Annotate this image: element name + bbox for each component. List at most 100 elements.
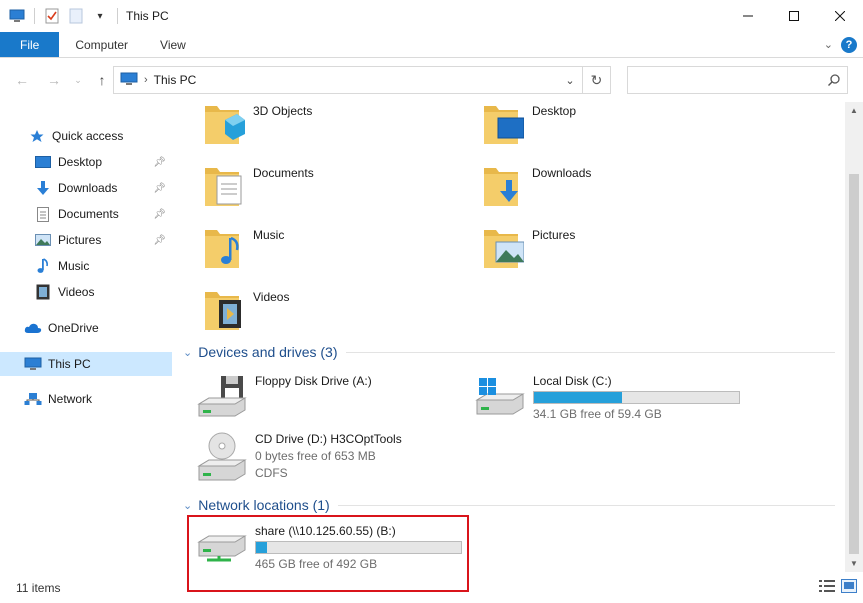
drive-info: Floppy Disk Drive (A:) bbox=[255, 374, 372, 420]
ribbon-tabs: File Computer View ⌄ ? bbox=[0, 32, 863, 58]
sidebar-item-label: Downloads bbox=[58, 181, 118, 195]
item-count: 11 items bbox=[16, 580, 61, 595]
drive-cd-d[interactable]: CD Drive (D:) H3COptTools 0 bytes free o… bbox=[197, 432, 402, 482]
scroll-up-arrow[interactable]: ▲ bbox=[845, 102, 863, 119]
minimize-button[interactable] bbox=[725, 0, 771, 32]
properties-icon[interactable] bbox=[43, 7, 61, 25]
pin-icon[interactable]: 📌︎ bbox=[153, 209, 166, 220]
folder-desktop[interactable]: Desktop bbox=[484, 102, 576, 146]
customize-toolbar-icon[interactable]: ▾ bbox=[91, 7, 109, 25]
search-box[interactable] bbox=[627, 66, 848, 94]
navigation-pane: Quick access Desktop 📌︎ Downloads 📌︎ Doc… bbox=[0, 102, 172, 572]
maximize-button[interactable] bbox=[771, 0, 817, 32]
folder-3d-objects[interactable]: 3D Objects bbox=[205, 102, 312, 146]
chevron-down-icon[interactable]: ⌄ bbox=[558, 74, 582, 87]
sidebar-item-pictures[interactable]: Pictures 📌︎ bbox=[0, 228, 172, 252]
separator bbox=[117, 8, 118, 24]
tab-view[interactable]: View bbox=[144, 32, 202, 57]
tab-computer[interactable]: Computer bbox=[59, 32, 144, 57]
drive-free-space: 34.1 GB free of 59.4 GB bbox=[533, 407, 662, 421]
drive-name: CD Drive (D:) H3COptTools bbox=[255, 432, 402, 446]
drive-info: Local Disk (C:) 34.1 GB free of 59.4 GB bbox=[533, 374, 740, 421]
folder-desktop-icon bbox=[484, 106, 524, 144]
drive-floppy[interactable]: Floppy Disk Drive (A:) bbox=[197, 374, 372, 420]
folder-music[interactable]: Music bbox=[205, 226, 284, 270]
drive-usage-bar bbox=[533, 391, 740, 404]
recent-locations-button[interactable]: ⌄ bbox=[66, 68, 90, 92]
title-bar: ▾ This PC bbox=[0, 0, 863, 32]
sidebar-item-music[interactable]: Music bbox=[0, 254, 172, 278]
group-header-network[interactable]: ⌄ Network locations (1) bbox=[183, 497, 835, 513]
folder-videos[interactable]: Videos bbox=[205, 288, 289, 332]
folder-label: Desktop bbox=[532, 104, 577, 118]
window-title: This PC bbox=[126, 9, 169, 23]
vertical-scrollbar[interactable]: ▲ ▼ bbox=[845, 102, 863, 572]
star-icon bbox=[28, 127, 46, 145]
computer-icon bbox=[24, 355, 42, 373]
folder-3d-objects-icon bbox=[205, 106, 245, 144]
status-bar: 11 items bbox=[0, 572, 863, 603]
details-view-icon[interactable] bbox=[819, 579, 835, 596]
address-bar[interactable]: › This PC ⌄ bbox=[113, 66, 583, 94]
floppy-drive-icon bbox=[197, 376, 247, 417]
computer-icon[interactable] bbox=[8, 7, 26, 25]
help-icon[interactable]: ? bbox=[841, 36, 857, 53]
sidebar-item-desktop[interactable]: Desktop 📌︎ bbox=[0, 150, 172, 174]
sidebar-item-this-pc[interactable]: This PC bbox=[0, 352, 172, 376]
drive-name: Local Disk (C:) bbox=[533, 374, 612, 388]
scroll-down-arrow[interactable]: ▼ bbox=[845, 555, 863, 572]
back-button[interactable]: ← bbox=[10, 68, 34, 92]
network-icon bbox=[24, 390, 42, 408]
group-title: Devices and drives (3) bbox=[198, 344, 338, 360]
videos-icon bbox=[34, 283, 52, 301]
sidebar-item-label: This PC bbox=[48, 357, 91, 371]
folder-music-icon bbox=[205, 230, 239, 268]
folder-documents-icon bbox=[205, 168, 242, 206]
group-title: Network locations (1) bbox=[198, 497, 330, 513]
folder-label: 3D Objects bbox=[253, 104, 313, 118]
up-button[interactable]: ↑ bbox=[90, 68, 114, 92]
folder-label: Videos bbox=[253, 290, 290, 304]
separator bbox=[34, 8, 35, 24]
window-controls bbox=[725, 0, 863, 32]
chevron-down-icon[interactable]: ⌄ bbox=[183, 499, 192, 512]
pin-icon[interactable]: 📌︎ bbox=[153, 183, 166, 194]
sidebar-item-documents[interactable]: Documents 📌︎ bbox=[0, 202, 172, 226]
chevron-right-icon[interactable]: › bbox=[144, 74, 148, 86]
pin-icon[interactable]: 📌︎ bbox=[153, 235, 166, 246]
divider bbox=[345, 351, 835, 353]
folder-downloads[interactable]: Downloads bbox=[484, 164, 591, 208]
chevron-down-icon[interactable]: ⌄ bbox=[183, 346, 192, 359]
folder-documents[interactable]: Documents bbox=[205, 164, 314, 208]
pin-icon[interactable]: 📌︎ bbox=[153, 157, 166, 168]
refresh-button[interactable]: ↻ bbox=[583, 66, 611, 94]
drive-local-disk-c[interactable]: Local Disk (C:) 34.1 GB free of 59.4 GB bbox=[475, 374, 740, 421]
pictures-icon bbox=[34, 231, 52, 249]
tab-file[interactable]: File bbox=[0, 32, 60, 57]
download-icon bbox=[34, 179, 52, 197]
expand-ribbon-icon[interactable]: ⌄ bbox=[824, 38, 833, 51]
group-header-devices[interactable]: ⌄ Devices and drives (3) bbox=[183, 344, 835, 360]
search-icon[interactable] bbox=[821, 74, 847, 86]
large-icons-view-icon[interactable] bbox=[841, 579, 857, 596]
folder-pictures-icon bbox=[484, 230, 524, 268]
close-button[interactable] bbox=[817, 0, 863, 32]
cloud-icon bbox=[24, 319, 42, 337]
drive-free-space: 0 bytes free of 653 MB bbox=[255, 449, 376, 463]
search-input[interactable] bbox=[628, 67, 821, 93]
sidebar-item-quick-access[interactable]: Quick access bbox=[0, 124, 172, 148]
folder-downloads-icon bbox=[484, 168, 518, 206]
sidebar-item-label: Videos bbox=[58, 285, 95, 299]
folder-pictures[interactable]: Pictures bbox=[484, 226, 575, 270]
sidebar-item-videos[interactable]: Videos bbox=[0, 280, 172, 304]
new-folder-icon[interactable] bbox=[67, 7, 85, 25]
sidebar-item-downloads[interactable]: Downloads 📌︎ bbox=[0, 176, 172, 200]
address-path[interactable]: This PC bbox=[154, 73, 197, 87]
scroll-thumb[interactable] bbox=[849, 174, 859, 554]
sidebar-item-network[interactable]: Network bbox=[0, 387, 172, 411]
sidebar-item-onedrive[interactable]: OneDrive bbox=[0, 316, 172, 340]
sidebar-item-label: Pictures bbox=[58, 233, 102, 247]
navigation-bar: ← → ⌄ ↑ › This PC ⌄ ↻ bbox=[0, 58, 863, 102]
desktop-icon bbox=[34, 153, 52, 171]
forward-button[interactable]: → bbox=[42, 68, 66, 92]
